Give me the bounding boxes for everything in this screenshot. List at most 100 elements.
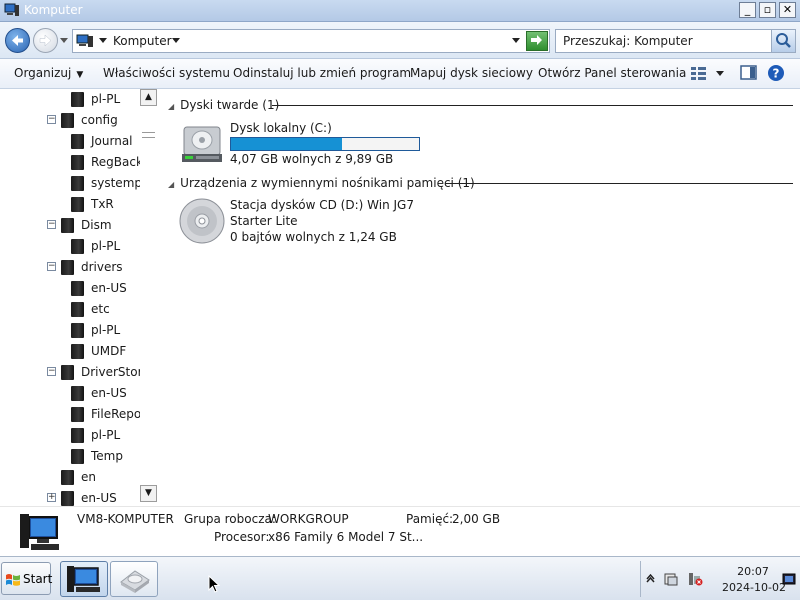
view-options-icon[interactable] xyxy=(690,65,708,81)
local-disk-free-space: 4,07 GB wolnych z 9,89 GB xyxy=(230,152,394,166)
tree-item[interactable]: Journal xyxy=(0,132,140,152)
taskbar-explorer-button[interactable] xyxy=(60,561,108,597)
removable-group-header[interactable]: ◢ Urządzenia z wymiennymi nośnikami pamię… xyxy=(168,176,475,190)
address-bar[interactable]: Komputer xyxy=(72,29,550,53)
network-icon[interactable] xyxy=(686,571,704,587)
memory-value: 2,00 GB xyxy=(452,512,501,526)
tree-item-label: systempr xyxy=(91,176,147,190)
action-center-icon[interactable] xyxy=(663,571,679,587)
hard-drives-group-header[interactable]: ◢ Dyski twarde (1) xyxy=(168,98,279,112)
search-input[interactable]: Przeszukaj: Komputer xyxy=(555,29,796,53)
chevron-down-icon[interactable] xyxy=(59,33,69,47)
details-pane: VM8-KOMPUTER Grupa robocza: WORKGROUP Pa… xyxy=(0,506,800,556)
show-hidden-icons-icon[interactable] xyxy=(646,574,655,584)
folder-icon xyxy=(71,407,84,422)
capacity-fill xyxy=(231,138,342,150)
tree-item[interactable]: + en-US xyxy=(0,489,140,506)
tree-item[interactable]: − drivers xyxy=(0,258,140,278)
scroll-down-button[interactable]: ▼ xyxy=(140,485,157,502)
tree-item[interactable]: en-US xyxy=(0,279,140,299)
tree-item[interactable]: UMDF xyxy=(0,342,140,362)
tree-item-label: Temp xyxy=(91,449,123,463)
organize-menu[interactable]: Organizuj ▼ xyxy=(14,66,83,80)
content-pane[interactable]: ◢ Dyski twarde (1) Dysk lokalny (C:) 4,07… xyxy=(160,89,800,506)
processor-label: Procesor: xyxy=(214,530,270,544)
expand-icon[interactable]: + xyxy=(47,493,56,502)
folder-icon xyxy=(71,239,84,254)
back-button[interactable] xyxy=(5,28,30,53)
tree-scrollbar[interactable]: ▲ ▼ xyxy=(140,89,157,506)
tree-item[interactable]: RegBack xyxy=(0,153,143,173)
tree-item-label: pl-PL xyxy=(91,428,121,442)
refresh-button[interactable] xyxy=(526,31,548,51)
tree-item[interactable]: en xyxy=(0,468,140,488)
tree-item[interactable]: pl-PL xyxy=(0,426,140,446)
folder-icon xyxy=(71,386,84,401)
tree-item[interactable]: systempr xyxy=(0,174,147,194)
tree-item[interactable]: − config xyxy=(0,111,140,131)
chevron-down-icon[interactable] xyxy=(716,70,725,78)
hard-drives-group-label: Dyski twarde (1) xyxy=(180,98,280,112)
chevron-down-icon[interactable] xyxy=(172,37,181,45)
start-label: Start xyxy=(23,572,53,586)
workgroup-label: Grupa robocza: xyxy=(184,512,276,526)
tree-item[interactable]: pl-PL xyxy=(0,237,140,257)
scroll-up-button[interactable]: ▲ xyxy=(140,89,157,106)
folder-icon xyxy=(71,344,84,359)
collapse-icon[interactable]: − xyxy=(47,262,56,271)
tree-item-label: RegBack xyxy=(91,155,143,169)
address-history-dropdown-icon[interactable] xyxy=(512,37,521,45)
scroll-thumb[interactable] xyxy=(142,132,155,138)
forward-button[interactable] xyxy=(33,28,58,53)
removable-group-label: Urządzenia z wymiennymi nośnikami pamięc… xyxy=(180,176,475,190)
tree-item[interactable]: pl-PL xyxy=(0,321,140,341)
tree-item[interactable]: Temp xyxy=(0,447,140,467)
local-disk-name: Dysk lokalny (C:) xyxy=(230,121,332,135)
computer-name: VM8-KOMPUTER xyxy=(77,512,174,526)
collapse-icon[interactable]: − xyxy=(47,220,56,229)
system-properties-button[interactable]: Właściwości systemu xyxy=(103,66,230,80)
tree-item[interactable]: pl-PL xyxy=(0,90,140,110)
help-icon[interactable]: ? xyxy=(767,64,785,82)
tree-item[interactable]: − Dism xyxy=(0,216,140,236)
breadcrumb[interactable]: Komputer xyxy=(113,34,172,48)
tree-item[interactable]: FileRepos xyxy=(0,405,147,425)
folder-icon xyxy=(71,176,84,191)
maximize-button[interactable]: ▫ xyxy=(759,2,776,18)
folder-icon xyxy=(71,323,84,338)
navigation-tree[interactable]: pl-PL − config Journal RegBack systempr TxR − Di… xyxy=(0,89,160,506)
open-control-panel-button[interactable]: Otwórz Panel sterowania xyxy=(538,66,686,80)
minimize-button[interactable]: _ xyxy=(739,2,756,18)
memory-label: Pamięć: xyxy=(406,512,454,526)
close-button[interactable]: ✕ xyxy=(779,2,796,18)
tree-item-label: config xyxy=(81,113,118,127)
tree-item-label: pl-PL xyxy=(91,239,121,253)
collapse-icon[interactable]: − xyxy=(47,115,56,124)
tree-item[interactable]: TxR xyxy=(0,195,140,215)
title-bar[interactable]: Komputer _ ▫ ✕ xyxy=(0,0,800,22)
preview-pane-icon[interactable] xyxy=(740,65,758,81)
cd-drive-free-space: 0 bajtów wolnych z 1,24 GB xyxy=(230,230,397,244)
arrow-left-icon xyxy=(12,35,23,46)
chevron-down-icon[interactable] xyxy=(99,37,108,45)
clock-date[interactable]: 2024-10-02 xyxy=(719,581,789,594)
system-tray: 20:07 2024-10-02 xyxy=(640,561,798,597)
start-button[interactable]: Start xyxy=(1,562,53,595)
tree-item-label: etc xyxy=(91,302,110,316)
map-network-drive-button[interactable]: Mapuj dysk sieciowy xyxy=(410,66,533,80)
tree-item[interactable]: en-US xyxy=(0,384,140,404)
taskbar-app-button[interactable] xyxy=(110,561,158,597)
search-button[interactable] xyxy=(771,30,795,52)
tree-item[interactable]: − DriverStore xyxy=(0,363,150,383)
computer-icon xyxy=(20,514,59,550)
folder-icon xyxy=(71,197,84,212)
show-desktop-icon[interactable] xyxy=(782,573,796,585)
tree-item[interactable]: etc xyxy=(0,300,140,320)
uninstall-program-button[interactable]: Odinstaluj lub zmień program xyxy=(233,66,411,80)
cd-drive-icon xyxy=(179,198,225,244)
collapse-icon[interactable]: − xyxy=(47,367,56,376)
navigation-bar: Komputer Przeszukaj: Komputer xyxy=(0,22,800,59)
tree-item-label: pl-PL xyxy=(91,92,121,106)
clock-time[interactable]: 20:07 xyxy=(729,565,777,578)
group-divider xyxy=(445,183,793,184)
